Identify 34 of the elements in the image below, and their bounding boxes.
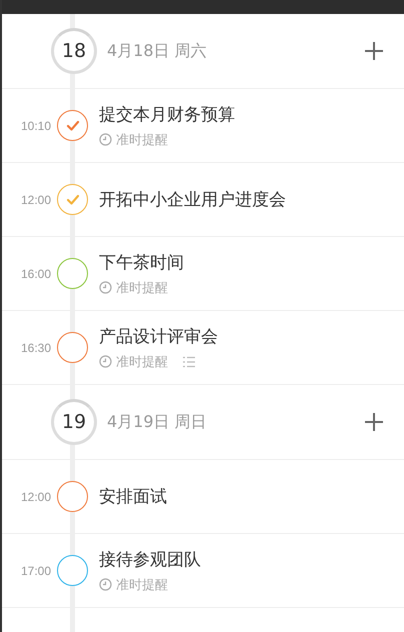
time-label: 12:00	[20, 490, 51, 504]
status-circle[interactable]	[57, 555, 88, 586]
status-circle[interactable]	[57, 481, 88, 512]
task-title: 安排面试	[99, 486, 167, 508]
reminder-label: 准时提醒	[116, 576, 168, 594]
clock-icon	[99, 355, 112, 368]
status-circle[interactable]	[57, 258, 88, 289]
task-title: 接待参观团队	[99, 548, 201, 570]
reminder-label: 准时提醒	[116, 280, 168, 296]
time-label: 12:00	[20, 192, 51, 206]
task-title: 提交本月财务预算	[99, 104, 235, 126]
status-circle[interactable]	[57, 184, 88, 215]
reminder-label: 准时提醒	[116, 132, 168, 148]
clock-icon	[99, 133, 112, 146]
clock-icon	[99, 281, 112, 294]
add-button[interactable]	[364, 41, 384, 61]
clock-icon	[99, 578, 112, 591]
time-label: 16:30	[20, 340, 51, 354]
plus-icon	[364, 41, 384, 61]
date-badge: 18	[51, 28, 97, 74]
plus-icon	[364, 412, 384, 432]
date-label: 4月19日 周日	[107, 412, 207, 432]
status-circle[interactable]	[57, 110, 88, 141]
time-label: 16:00	[20, 266, 51, 280]
time-label: 10:10	[20, 118, 51, 132]
date-badge: 19	[51, 399, 97, 445]
task-title: 下午茶时间	[99, 252, 184, 274]
reminder-label: 准时提醒	[116, 354, 168, 370]
task-title: 开拓中小企业用户进度会	[99, 189, 286, 211]
time-label: 17:00	[20, 564, 51, 578]
status-circle[interactable]	[57, 332, 88, 363]
task-title: 产品设计评审会	[99, 326, 218, 348]
add-button[interactable]	[364, 412, 384, 432]
date-label: 4月18日 周六	[107, 40, 207, 62]
